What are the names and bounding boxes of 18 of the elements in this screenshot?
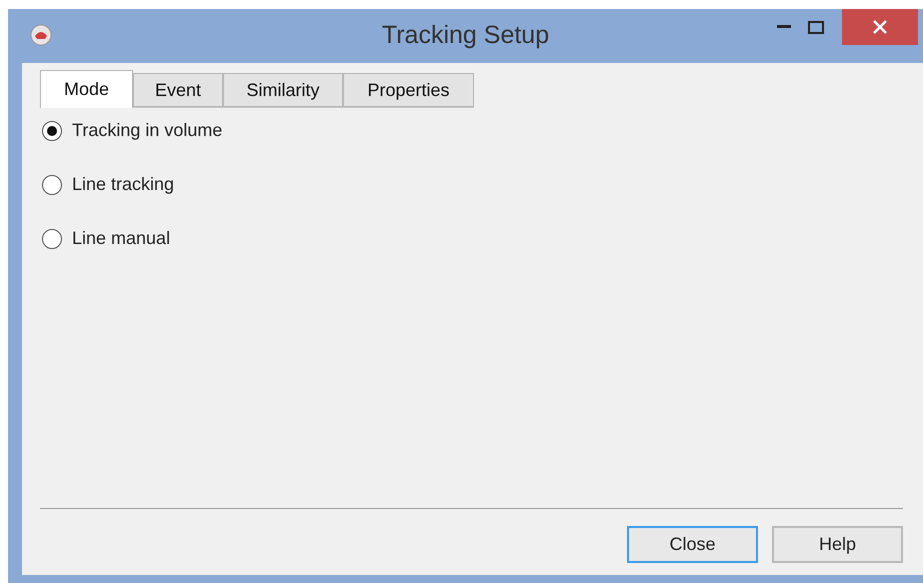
tab[interactable]: Mode xyxy=(40,70,133,108)
minimize-icon xyxy=(777,25,791,29)
radio-button[interactable] xyxy=(42,174,62,194)
tab[interactable]: Properties xyxy=(343,73,474,107)
dialog-button[interactable]: Help xyxy=(772,526,903,563)
close-icon xyxy=(873,20,887,34)
close-button[interactable] xyxy=(842,9,918,45)
option-label: Line manual xyxy=(72,228,170,249)
maximize-icon xyxy=(808,20,824,34)
option-label: Tracking in volume xyxy=(72,120,222,141)
dialog-button[interactable]: Close xyxy=(627,526,758,563)
window-title: Tracking Setup xyxy=(382,21,550,50)
tab[interactable]: Similarity xyxy=(223,73,343,107)
radio-button[interactable] xyxy=(42,228,62,248)
app-icon xyxy=(30,24,52,46)
tab[interactable]: Event xyxy=(133,73,223,107)
radio-button[interactable] xyxy=(42,120,62,140)
option-label: Line tracking xyxy=(72,174,174,195)
